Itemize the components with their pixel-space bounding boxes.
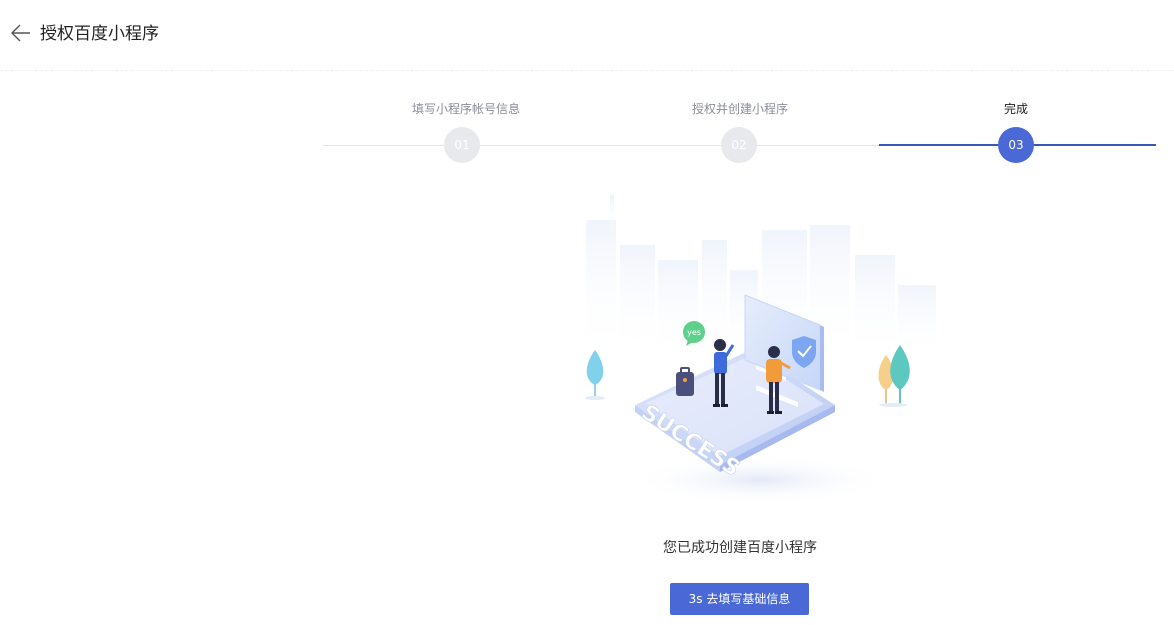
page-root: 授权百度小程序 填写小程序帐号信息 01 授权并创建小程序 02 完成 03 S…	[0, 0, 1174, 625]
briefcase	[676, 367, 694, 396]
progress-steps: 填写小程序帐号信息 01 授权并创建小程序 02 完成 03	[0, 90, 1174, 180]
fill-basic-info-button[interactable]: 3s 去填写基础信息	[670, 583, 809, 615]
step-circle-1: 01	[444, 127, 480, 163]
step-circle-3: 03	[998, 127, 1034, 163]
step-label-1: 填写小程序帐号信息	[411, 102, 520, 116]
step-circle-2: 02	[721, 127, 757, 163]
header-bar: 授权百度小程序	[0, 0, 1174, 71]
back-button[interactable]	[10, 22, 32, 44]
success-scene-icon: SUCCESS yes	[585, 195, 936, 504]
success-message: 您已成功创建百度小程序	[663, 540, 817, 556]
arrow-left-icon	[11, 24, 30, 42]
step-label-2: 授权并创建小程序	[691, 102, 788, 116]
success-illustration: SUCCESS yes	[580, 190, 940, 510]
page-title: 授权百度小程序	[40, 24, 159, 44]
yes-bubble-text: yes	[687, 328, 701, 337]
step-label-3: 完成	[1003, 102, 1028, 116]
